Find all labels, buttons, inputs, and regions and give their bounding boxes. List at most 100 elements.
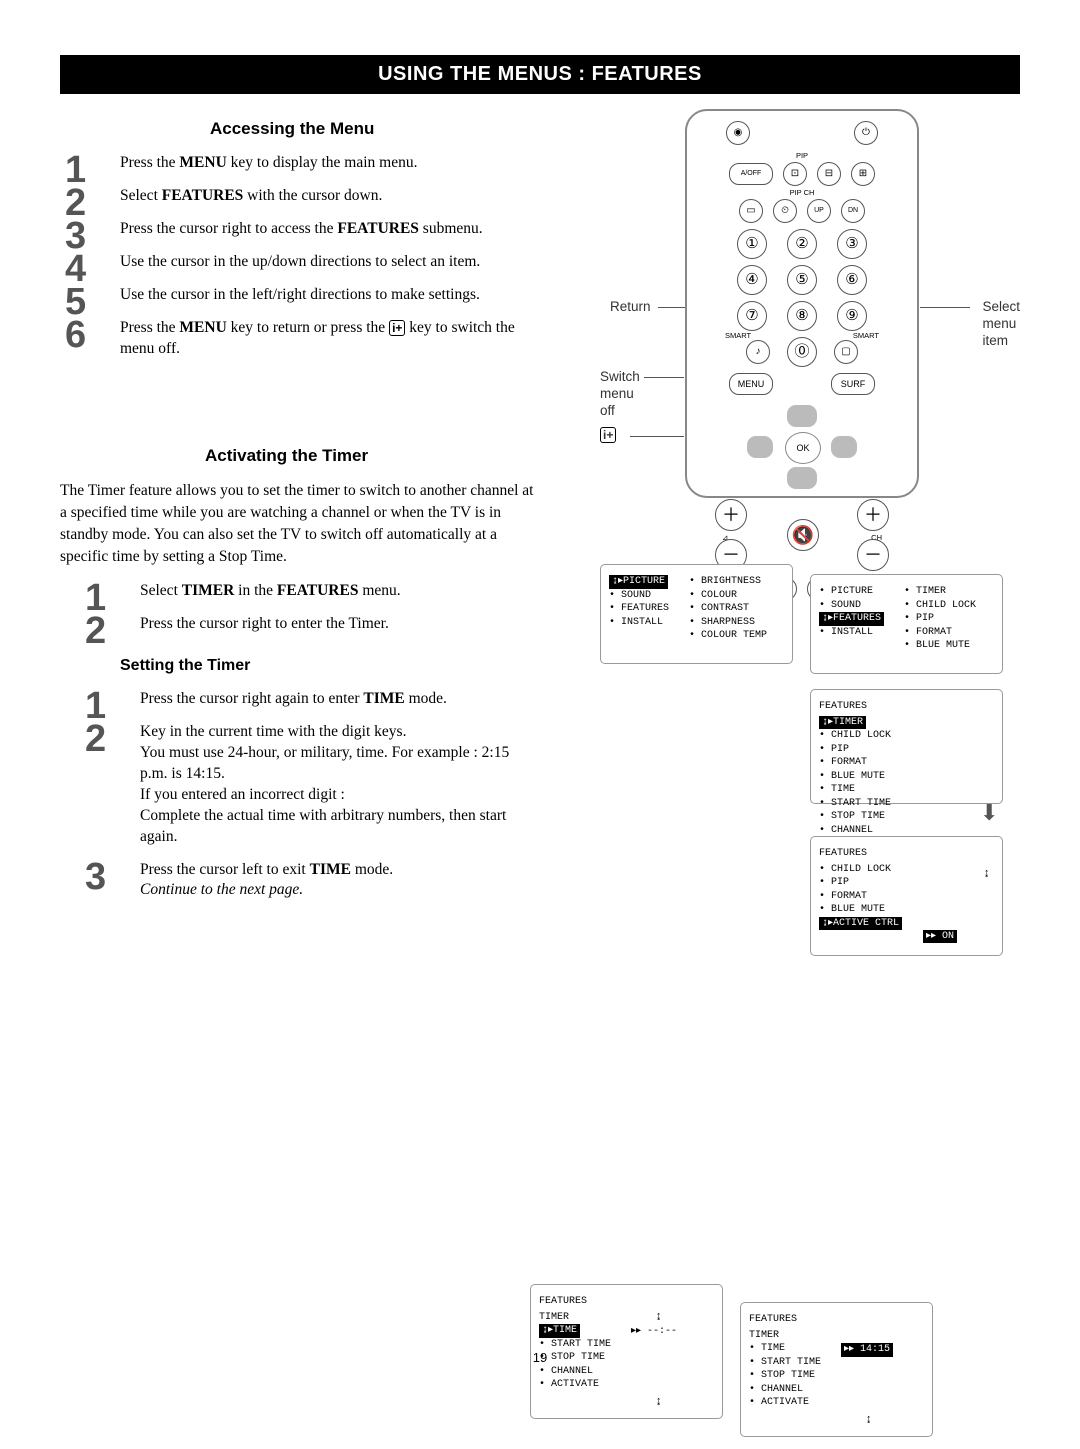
- step-item: Press the MENU key to display the main m…: [60, 153, 540, 174]
- step-item: Press the cursor right again to enter TI…: [80, 689, 540, 710]
- menu-box-picture: ↨▸PICTURE• SOUND• FEATURES• INSTALL • BR…: [600, 564, 793, 664]
- menu-line: • FORMAT: [904, 626, 976, 640]
- dpad: OK: [747, 405, 857, 489]
- menu-line: • PIP: [819, 876, 902, 890]
- remote-illustration: Return Select menu item Switch menu off …: [600, 109, 1020, 504]
- menu-line: • STOP TIME: [819, 810, 891, 824]
- menu-line: • CHILD LOCK: [819, 729, 891, 743]
- digit-7: ⑦: [737, 301, 767, 331]
- menu-line: • ACTIVATE: [749, 1396, 821, 1410]
- btn-up: UP: [807, 199, 831, 223]
- step-item: Use the cursor in the left/right directi…: [60, 285, 540, 306]
- btn-ch-up: ＋: [857, 499, 889, 531]
- btn-pip1: ⊡: [783, 162, 807, 186]
- menu-line: • SOUND: [819, 599, 884, 613]
- menu2-col1: • PICTURE• SOUND↨▸FEATURES• INSTALL: [819, 585, 884, 639]
- digit-6: ⑥: [837, 265, 867, 295]
- menu-line: • SHARPNESS: [689, 616, 767, 630]
- menu-line: • ACTIVATE: [539, 1378, 611, 1392]
- left-column: Accessing the Menu Press the MENU key to…: [60, 119, 540, 913]
- digit-2: ②: [787, 229, 817, 259]
- remote-body: ◉ ⏻ PIP A/OFF ⊡ ⊟ ⊞ PIP CH ▭ ⏲: [685, 109, 919, 498]
- activating-intro: The Timer feature allows you to set the …: [60, 480, 540, 567]
- digit-8: ⑧: [787, 301, 817, 331]
- menu4-col1: • CHILD LOCK• PIP• FORMAT• BLUE MUTE↨▸AC…: [819, 863, 902, 931]
- menu5-val: ▸▸ --:--: [631, 1325, 677, 1339]
- menu-line: • INSTALL: [819, 626, 884, 640]
- menu-line: ↨▸TIMER: [819, 716, 891, 730]
- menu-line: • START TIME: [539, 1338, 611, 1352]
- step-item: Press the MENU key to return or press th…: [60, 318, 540, 360]
- digit-4: ④: [737, 265, 767, 295]
- menu-line: ↨▸FEATURES: [819, 612, 884, 626]
- step-item: Press the cursor left to exit TIME mode.…: [80, 860, 540, 902]
- accessing-steps: Press the MENU key to display the main m…: [60, 153, 540, 359]
- btn-pip3: ⊞: [851, 162, 875, 186]
- step-item: Use the cursor in the up/down directions…: [60, 252, 540, 273]
- menu-line: • CHILD LOCK: [904, 599, 976, 613]
- callout-select: Select menu item: [982, 299, 1020, 350]
- digit-3: ③: [837, 229, 867, 259]
- digit-9: ⑨: [837, 301, 867, 331]
- btn-dn: DN: [841, 199, 865, 223]
- menu-line: ↨▸ACTIVE CTRL: [819, 917, 902, 931]
- pip-label: PIP: [687, 151, 917, 160]
- menu-line: • CONTRAST: [689, 602, 767, 616]
- btn-sleep: ⏲: [773, 199, 797, 223]
- callout-return: Return: [610, 299, 651, 316]
- menu-line: • COLOUR TEMP: [689, 629, 767, 643]
- callout-switch-off: Switch menu off: [600, 369, 640, 420]
- digit-1: ①: [737, 229, 767, 259]
- down-arrow-icon: ⬇: [980, 800, 998, 826]
- menu-line: • CHILD LOCK: [819, 863, 902, 877]
- bottom-menu-screens: FEATURES TIMER ↨ ↨▸TIME• START TIME• STO…: [60, 1284, 1020, 1449]
- menu-box-time-set: FEATURES TIMER • TIME• START TIME• STOP …: [740, 1302, 933, 1437]
- menu-line: • TIME: [819, 783, 891, 797]
- activating-steps: Select TIMER in the FEATURES menu. Press …: [80, 581, 540, 635]
- menu-line: • COLOUR: [689, 589, 767, 603]
- heading-accessing: Accessing the Menu: [60, 119, 540, 139]
- btn-surf: SURF: [831, 373, 875, 395]
- callout-info-icon: i+: [600, 427, 616, 444]
- menu3-col1: ↨▸TIMER• CHILD LOCK• PIP• FORMAT• BLUE M…: [819, 716, 891, 784]
- btn-smart-l: ♪: [746, 340, 770, 364]
- menu-line: • START TIME: [819, 797, 891, 811]
- menu-line: • SOUND: [609, 589, 669, 603]
- dpad-ok: OK: [785, 432, 821, 464]
- menu-line: ↨▸PICTURE: [609, 575, 669, 589]
- menu-box-timer: FEATURES ↨▸TIMER• CHILD LOCK• PIP• FORMA…: [810, 689, 1003, 804]
- menu-line: • BRIGHTNESS: [689, 575, 767, 589]
- pipch-label: PIP CH: [687, 188, 917, 197]
- step-item: Key in the current time with the digit k…: [80, 722, 540, 848]
- menu-line: • PIP: [904, 612, 976, 626]
- vol-ch-cluster: ⊿ CH ＋ － 🔇 ＋ －: [687, 499, 917, 571]
- dpad-left: [747, 436, 773, 458]
- step-item: Select TIMER in the FEATURES menu.: [80, 581, 540, 602]
- btn-pip2: ⊟: [817, 162, 841, 186]
- menu-line: • CHANNEL: [749, 1383, 821, 1397]
- menu-line: • INSTALL: [609, 616, 669, 630]
- step-item: Press the cursor right to enter the Time…: [80, 614, 540, 635]
- btn-menu: MENU: [729, 373, 773, 395]
- digit-5: ⑤: [787, 265, 817, 295]
- digit-0: ⓪: [787, 337, 817, 367]
- btn-cc: ▭: [739, 199, 763, 223]
- info-plus-icon: i+: [389, 320, 405, 336]
- page-title-banner: USING THE MENUS : FEATURES: [60, 55, 1020, 94]
- menu-line: • CHANNEL: [819, 824, 891, 838]
- heading-activating: Activating the Timer: [60, 446, 540, 466]
- menu-box-features: • PICTURE• SOUND↨▸FEATURES• INSTALL • TI…: [810, 574, 1003, 674]
- menu-box-active-ctrl: FEATURES ↨ • CHILD LOCK• PIP• FORMAT• BL…: [810, 836, 1003, 956]
- menu-line: • PIP: [819, 743, 891, 757]
- banner-text: USING THE MENUS : FEATURES: [378, 63, 702, 85]
- menu-line: • TIMER: [904, 585, 976, 599]
- menu2-col2: • TIMER• CHILD LOCK• PIP• FORMAT• BLUE M…: [904, 585, 976, 653]
- menu-screens: ↨▸PICTURE• SOUND• FEATURES• INSTALL • BR…: [600, 564, 1020, 1284]
- page-number: 19: [0, 1350, 1080, 1365]
- btn-aux: ◉: [726, 121, 750, 145]
- menu4-val: ▸▸ ON: [923, 930, 957, 944]
- menu-line: • STOP TIME: [749, 1369, 821, 1383]
- btn-smart-r: ▢: [834, 340, 858, 364]
- dpad-up: [787, 405, 817, 427]
- menu-line: ↨▸TIME: [539, 1324, 611, 1338]
